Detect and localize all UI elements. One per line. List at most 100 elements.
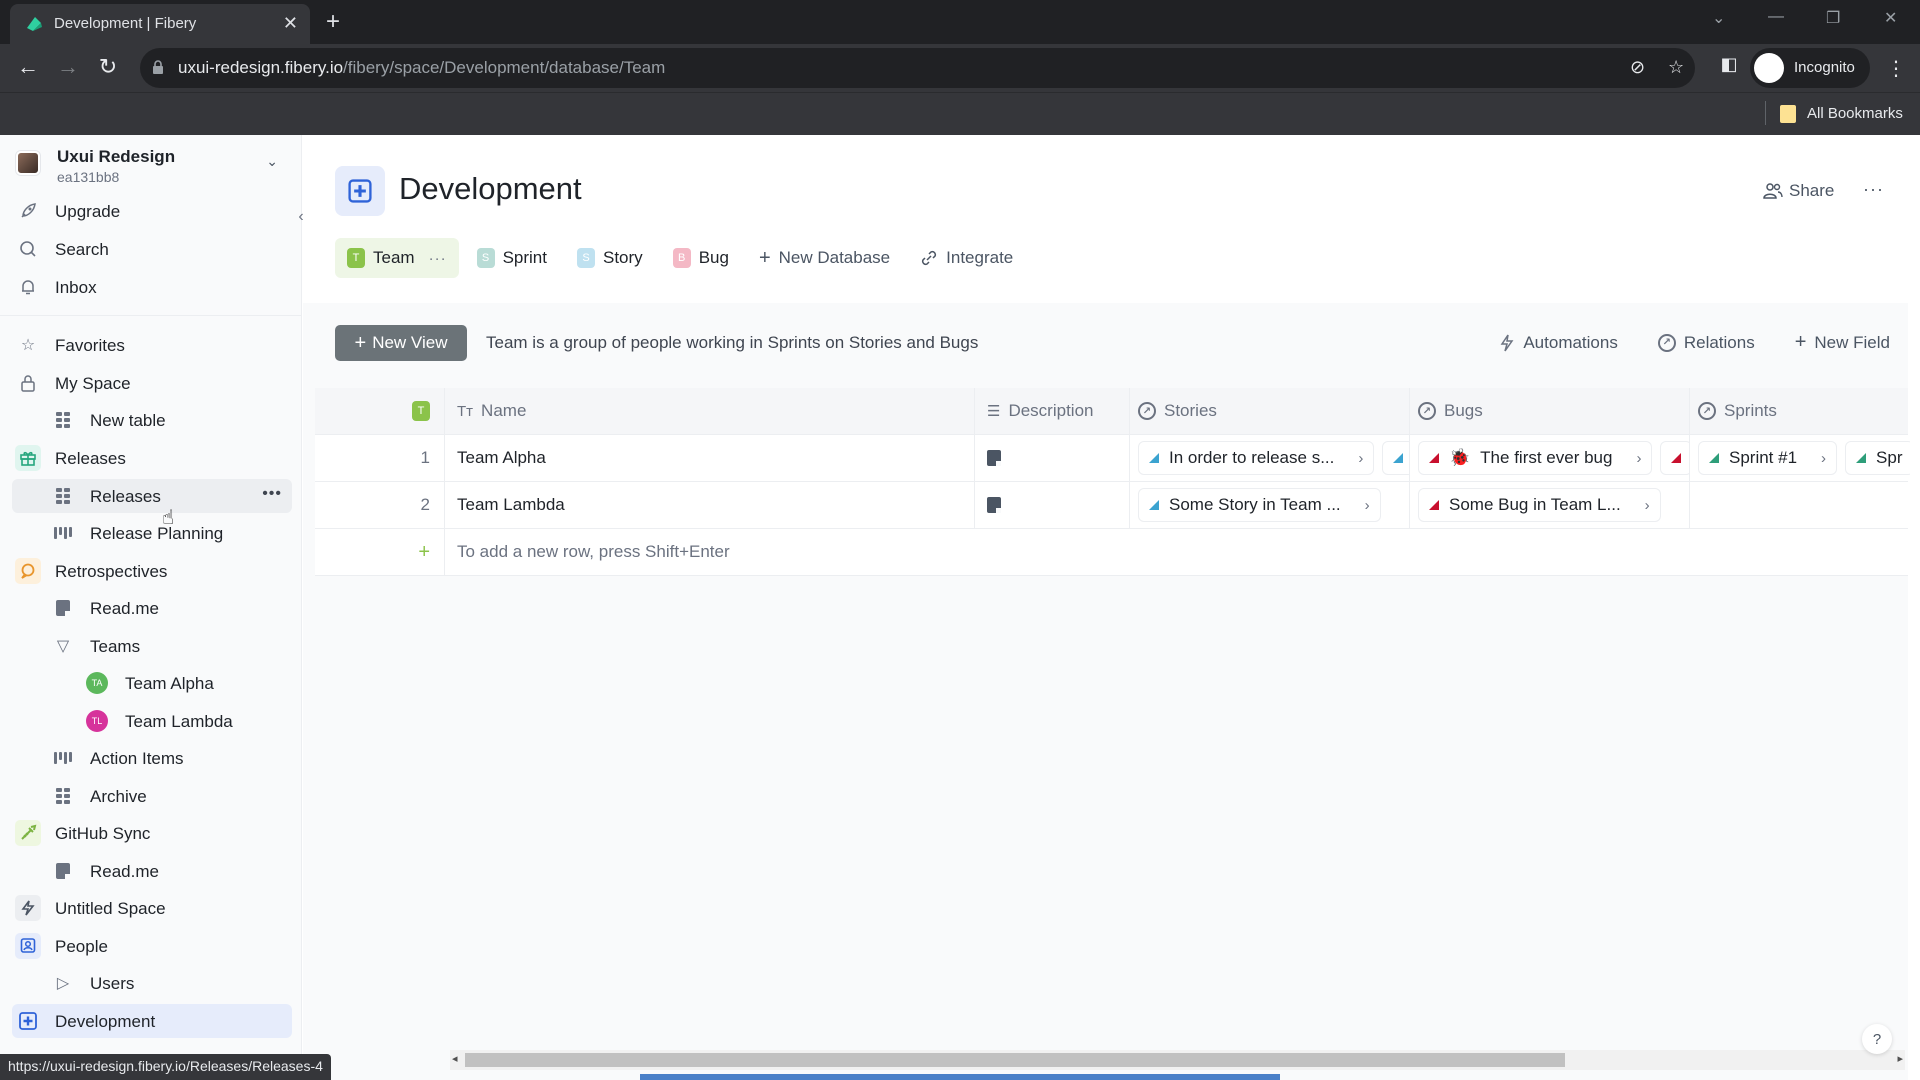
back-icon[interactable]: ← [14,54,42,80]
sprints-cell[interactable] [1690,482,1910,528]
sidebar-item-search[interactable]: Search [12,232,292,266]
sidebar-item-action-items[interactable]: Action Items [12,741,292,775]
profile-label: Incognito [1794,59,1855,76]
sidebar-item-upgrade[interactable]: Upgrade [12,194,292,228]
column-header-name[interactable]: Tт Name [445,388,975,434]
more-options-icon[interactable]: ••• [262,485,282,503]
column-label: Bugs [1444,401,1483,420]
workspace-switcher[interactable]: Uxui Redesign ea131bb8 ⌄ [12,143,292,187]
sidebar-item-label: Action Items [90,749,184,768]
forward-icon[interactable]: → [54,54,82,80]
tab-team[interactable]: T Team ··· [335,238,459,278]
sidebar-item-new-table[interactable]: New table [12,403,292,437]
sidebar-item-team-alpha[interactable]: TA Team Alpha [12,666,292,700]
new-view-button[interactable]: + New View [335,325,467,361]
sidebar-item-label: Users [90,974,135,993]
name-cell[interactable]: Team Lambda [445,482,975,528]
bug-chip-overflow[interactable] [1660,441,1689,475]
url-text[interactable]: uxui-redesign.fibery.io/fibery/space/Dev… [178,58,665,78]
page-more-options-icon[interactable]: ··· [1863,179,1884,200]
sidebar-item-untitled-space[interactable]: Untitled Space [12,891,292,925]
table-row[interactable]: 2 Team Lambda Some Story in Team ... › So… [315,482,1908,529]
share-button[interactable]: Share [1763,181,1834,201]
new-field-button[interactable]: + New Field [1795,331,1890,354]
new-tab-button[interactable]: + [326,8,340,36]
story-chip[interactable]: Some Story in Team ... › [1138,488,1381,522]
sprint-chip[interactable]: Spr [1845,441,1910,475]
sidebar-item-teams[interactable]: ▽ Teams [12,629,292,663]
description-cell[interactable] [975,482,1130,528]
sidebar-item-team-lambda[interactable]: TL Team Lambda [12,704,292,738]
all-bookmarks-button[interactable]: All Bookmarks [1807,105,1903,122]
column-header-bugs[interactable]: ↗ Bugs [1410,388,1690,434]
story-chip-overflow[interactable] [1382,441,1409,475]
sidebar-item-readme-2[interactable]: Read.me [12,854,292,888]
new-field-label: New Field [1814,332,1890,352]
bookmark-star-icon[interactable]: ☆ [1668,57,1684,78]
automations-button[interactable]: Automations [1499,331,1618,354]
scrollbar-thumb[interactable] [465,1053,1565,1067]
name-cell[interactable]: Team Alpha [445,435,975,481]
sidebar-item-github-sync[interactable]: GitHub Sync [12,816,292,850]
table-row[interactable]: 1 Team Alpha In order to release s... › 🐞… [315,435,1910,482]
column-header-description[interactable]: ☰ Description [975,388,1130,434]
close-tab-icon[interactable]: ✕ [283,13,298,34]
scroll-left-icon[interactable]: ◂ [452,1052,458,1065]
star-icon: ☆ [20,337,36,354]
sidebar-item-archive[interactable]: Archive [12,779,292,813]
sidebar-item-releases-view[interactable]: Releases ••• [12,479,292,513]
sidebar-item-retrospectives[interactable]: Retrospectives [12,554,292,588]
side-panel-icon[interactable]: ◧ [1715,54,1743,75]
address-bar[interactable]: uxui-redesign.fibery.io/fibery/space/Dev… [140,48,1695,88]
sprints-cell[interactable]: Sprint #1 › Spr [1690,435,1910,481]
tab-bug[interactable]: B Bug [661,238,741,278]
triangle-right-icon[interactable]: ▷ [52,972,74,994]
bugs-cell[interactable]: Some Bug in Team L... › [1410,482,1690,528]
sidebar-item-readme[interactable]: Read.me [12,591,292,625]
integrate-button[interactable]: Integrate [908,238,1025,278]
close-window-icon[interactable]: ✕ [1884,8,1897,28]
browser-menu-icon[interactable]: ⋮ [1886,56,1906,81]
sidebar-item-inbox[interactable]: Inbox [12,270,292,304]
horizontal-scrollbar[interactable]: ◂ ▸ [450,1050,1905,1070]
bug-chip[interactable]: Some Bug in Team L... › [1418,488,1661,522]
sidebar-item-users[interactable]: ▷ Users [12,966,292,1000]
sprint-chip[interactable]: Sprint #1 › [1698,441,1838,475]
incognito-profile-button[interactable]: Incognito [1750,48,1870,88]
eye-off-icon[interactable]: ⊘ [1630,57,1645,78]
stories-cell[interactable]: Some Story in Team ... › [1130,482,1410,528]
sidebar-item-label: Teams [90,637,141,656]
tab-sprint[interactable]: S Sprint [465,238,559,278]
browser-tab[interactable]: Development | Fibery ✕ [10,4,310,44]
sidebar-item-my-space[interactable]: My Space [12,366,292,400]
scroll-right-icon[interactable]: ▸ [1897,1052,1903,1065]
reload-icon[interactable]: ↻ [94,54,122,80]
column-header-sprints[interactable]: ↗ Sprints [1690,388,1910,434]
bugs-cell[interactable]: 🐞 The first ever bug › [1410,435,1690,481]
add-row[interactable]: + To add a new row, press Shift+Enter [315,529,1908,576]
stories-cell[interactable]: In order to release s... › [1130,435,1410,481]
relations-button[interactable]: ↗ Relations [1657,331,1755,354]
sprint-badge-icon: S [476,248,495,268]
new-database-button[interactable]: + New Database [747,238,902,278]
sidebar-item-favorites[interactable]: ☆ Favorites [12,328,292,362]
minimize-icon[interactable]: — [1768,8,1784,26]
url-domain: uxui-redesign.fibery.io [178,58,344,77]
sidebar-item-releases-space[interactable]: Releases [12,441,292,475]
bug-chip[interactable]: 🐞 The first ever bug › [1418,441,1653,475]
add-row-plus-icon[interactable]: + [315,529,445,575]
sidebar: Uxui Redesign ea131bb8 ⌄ ‹ Upgrade Searc… [0,135,304,1080]
sidebar-item-release-planning[interactable]: Release Planning [12,516,292,550]
tab-story[interactable]: S Story [565,238,655,278]
column-header-stories[interactable]: ↗ Stories [1130,388,1410,434]
help-button[interactable]: ? [1862,1024,1892,1054]
tab-more-options-icon[interactable]: ··· [429,250,447,267]
restore-icon[interactable]: ❐ [1826,8,1840,28]
sidebar-item-development[interactable]: Development [12,1004,292,1038]
story-chip[interactable]: In order to release s... › [1138,441,1375,475]
sidebar-item-label: New table [90,411,166,430]
tab-search-icon[interactable]: ⌄ [1712,8,1725,28]
triangle-down-icon[interactable]: ▽ [52,635,74,657]
description-cell[interactable] [975,435,1130,481]
sidebar-item-people[interactable]: People [12,929,292,963]
